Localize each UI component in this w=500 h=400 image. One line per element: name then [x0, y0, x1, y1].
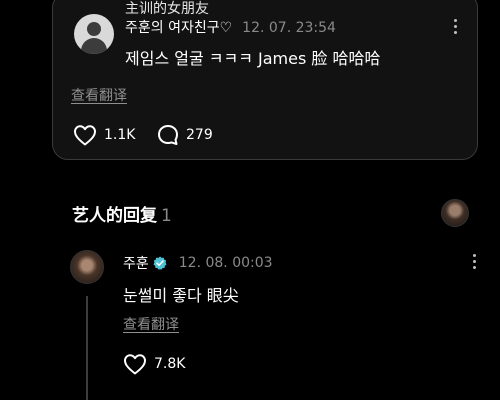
fan-comment-card: 主训的女朋友 주훈의 여자친구♡ 12. 07. 23:54 제임스 얼굴 ㅋㅋㅋ… [52, 0, 478, 160]
comment-author-name[interactable]: 주훈의 여자친구♡ [125, 20, 232, 36]
heart-icon [124, 354, 146, 375]
verified-badge-icon [153, 256, 167, 270]
artist-avatar-thumbnail[interactable] [441, 199, 469, 227]
reply-author-name[interactable]: 주훈 [123, 253, 149, 273]
reply-translate-link[interactable]: 查看翻译 [123, 314, 179, 334]
thread-line [86, 296, 88, 400]
reply-like-count: 7.8K [154, 356, 186, 372]
translate-link[interactable]: 查看翻译 [71, 85, 127, 105]
artist-replies-title: 艺人的回复 [72, 206, 157, 226]
reply-timestamp: 12. 08. 00:03 [178, 255, 273, 271]
speech-bubble-icon [158, 125, 178, 145]
comment-page: 主训的女朋友 주훈의 여자친구♡ 12. 07. 23:54 제임스 얼굴 ㅋㅋㅋ… [0, 0, 500, 400]
reply-more-options-icon[interactable] [471, 254, 477, 269]
reply-author-line: 주훈 12. 08. 00:03 [123, 253, 273, 273]
comment-text: 제임스 얼굴 ㅋㅋㅋ James 脸 哈哈哈 [125, 49, 381, 68]
reply-button[interactable]: 279 [157, 124, 213, 146]
like-count: 1.1K [104, 127, 136, 143]
reply-count: 279 [186, 127, 213, 143]
reply-text: 눈썰미 좋다 眼尖 [123, 286, 239, 305]
heart-icon [74, 125, 96, 146]
author-name-translation: 主训的女朋友 [125, 1, 209, 17]
more-options-icon[interactable] [452, 19, 458, 34]
reply-like-button[interactable]: 7.8K [123, 353, 185, 375]
artist-replies-count: 1 [161, 206, 172, 226]
artist-avatar[interactable] [70, 250, 104, 284]
comment-timestamp: 12. 07. 23:54 [242, 20, 336, 36]
like-button[interactable]: 1.1K [73, 124, 135, 146]
comment-author-line: 주훈의 여자친구♡ 12. 07. 23:54 [125, 17, 336, 37]
default-user-avatar-icon[interactable] [74, 14, 114, 54]
artist-replies-header: 艺人的回复 1 [72, 201, 172, 226]
